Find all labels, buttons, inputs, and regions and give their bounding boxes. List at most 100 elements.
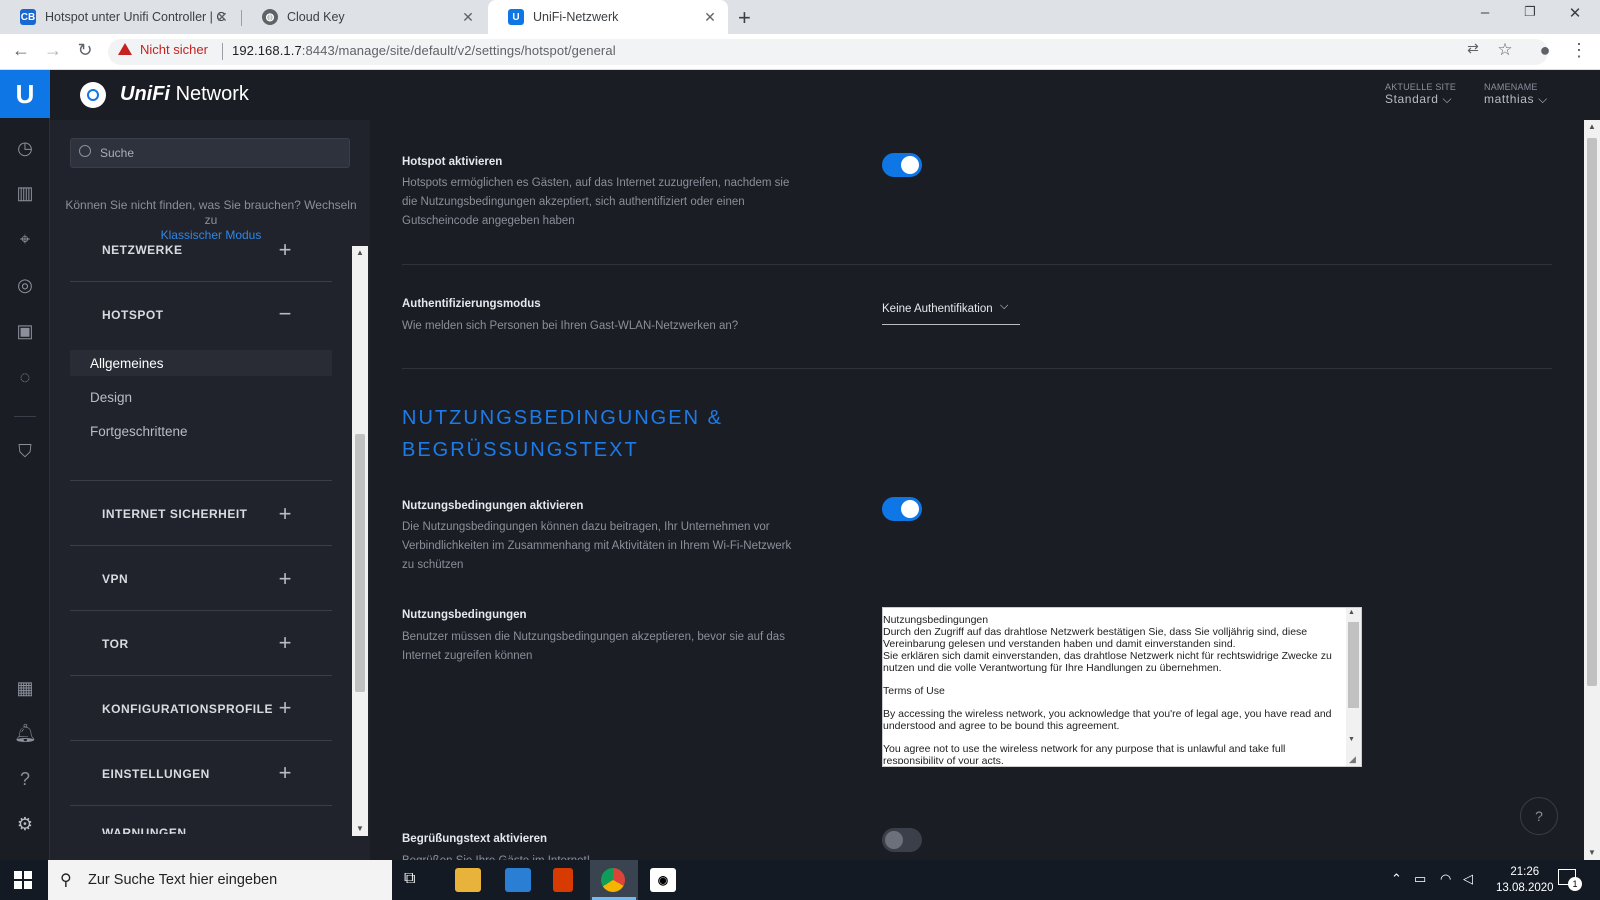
new-tab-icon[interactable]: + <box>738 5 751 31</box>
app-brand: UniFi Network <box>120 83 249 105</box>
expand-plus-icon[interactable]: + <box>276 762 294 784</box>
tab-unifi-netzwerk[interactable]: U UniFi-Netzwerk ✕ <box>488 0 728 34</box>
address-bar-row: ← → ↻ Nicht sicher 192.168.1.7:8443/mana… <box>0 34 1600 70</box>
expand-plus-icon[interactable]: + <box>276 568 294 590</box>
calendar-icon[interactable]: ▦ <box>14 677 36 699</box>
sidebar-divider <box>70 805 332 806</box>
chrome-icon[interactable] <box>601 868 625 892</box>
close-tab-icon[interactable]: ✕ <box>214 9 230 26</box>
collapse-minus-icon[interactable]: − <box>276 303 294 325</box>
sidebar-divider <box>70 480 332 481</box>
bell-icon[interactable]: 🔔︎ <box>14 722 37 744</box>
page-scroll-thumb[interactable] <box>1587 138 1597 686</box>
statistics-icon[interactable]: ▥ <box>14 182 36 204</box>
bookmark-star-icon[interactable]: ☆ <box>1494 40 1516 60</box>
settings-gear-icon[interactable]: ⚙ <box>14 813 36 835</box>
office-icon[interactable] <box>553 868 573 892</box>
battery-icon[interactable]: ▭ <box>1414 871 1426 887</box>
textarea-scroll-thumb[interactable] <box>1348 622 1359 708</box>
profile-icon[interactable]: ● <box>1534 40 1556 61</box>
auth-mode-title: Authentifizierungsmodus <box>402 298 541 310</box>
site-selector[interactable]: AKTUELLE SITE Standard ⌵ <box>1385 82 1456 107</box>
tab-hotspot-unifi[interactable]: CB Hotspot unter Unifi Controller | C ✕ <box>0 0 240 34</box>
close-window-icon[interactable]: ✕ <box>1565 4 1585 22</box>
hotspot-toggle[interactable] <box>882 153 922 177</box>
insights-icon[interactable]: ◌ <box>14 366 36 388</box>
sidebar-section-netzwerke[interactable]: NETZWERKE <box>102 243 183 257</box>
resize-handle-icon[interactable]: ◢ <box>1349 754 1356 765</box>
scroll-up-icon[interactable]: ▲ <box>1588 122 1596 131</box>
terms-toggle[interactable] <box>882 497 922 521</box>
reload-icon[interactable]: ↻ <box>74 40 96 61</box>
welcome-toggle[interactable] <box>882 828 922 852</box>
terms-enable-desc: Die Nutzungsbedingungen können dazu beit… <box>402 521 792 571</box>
menu-dots-icon[interactable]: ⋮ <box>1568 40 1590 61</box>
unifi-favicon-icon: U <box>508 9 524 25</box>
unifi-logo-icon[interactable]: U <box>0 70 50 118</box>
sidebar-item-fortgeschrittene[interactable]: Fortgeschrittene <box>90 424 188 439</box>
devices-icon[interactable]: ◎ <box>14 274 36 296</box>
auth-mode-select[interactable]: Keine Authentifikation <box>882 303 993 315</box>
sidebar-section-vpn[interactable]: VPN <box>102 572 128 586</box>
terms-section-heading: NUTZUNGSBEDINGUNGEN & BEGRÜSSUNGSTEXT <box>402 407 723 461</box>
mail-icon[interactable] <box>505 868 531 892</box>
tab-label: Hotspot unter Unifi Controller | C <box>45 10 226 24</box>
app-header <box>50 70 1600 120</box>
url-text[interactable]: 192.168.1.7:8443/manage/site/default/v2/… <box>232 43 616 58</box>
expand-plus-icon[interactable]: + <box>276 503 294 525</box>
network-icon[interactable]: ◠ <box>1440 871 1451 887</box>
scroll-down-icon[interactable]: ▼ <box>352 824 368 833</box>
scroll-down-icon[interactable]: ▼ <box>1588 848 1596 857</box>
sidebar-section-tor[interactable]: TOR <box>102 637 129 651</box>
classic-mode-link[interactable]: Klassischer Modus <box>161 228 262 242</box>
sidebar-section-internet-sicherheit[interactable]: INTERNET SICHERHEIT <box>102 507 248 521</box>
tab-cloud-key[interactable]: ◍ Cloud Key ✕ <box>242 0 486 34</box>
welcome-desc: Begrüßen Sie Ihre Gäste im Internet! <box>402 852 802 860</box>
search-icon: ⚲ <box>60 872 72 889</box>
translate-icon[interactable]: ⇄ <box>1462 40 1484 57</box>
back-icon[interactable]: ← <box>10 40 32 61</box>
restore-icon[interactable]: ❐ <box>1520 4 1540 20</box>
close-tab-icon[interactable]: ✕ <box>702 9 718 26</box>
windows-start-icon[interactable] <box>14 871 32 889</box>
clients-icon[interactable]: ▣ <box>14 320 36 342</box>
scroll-up-icon[interactable]: ▲ <box>352 248 368 257</box>
chevron-down-icon[interactable]: ⌵ <box>1000 300 1008 313</box>
sidebar-item-allgemeines[interactable]: Allgemeines <box>90 356 164 371</box>
map-icon[interactable]: ⌖ <box>14 228 36 250</box>
file-explorer-icon[interactable] <box>455 868 481 892</box>
expand-plus-icon[interactable]: + <box>276 239 294 261</box>
help-icon[interactable]: ? <box>14 768 36 790</box>
sidebar-scroll-thumb[interactable] <box>355 434 365 692</box>
search-icon <box>79 145 91 157</box>
dashboard-icon[interactable]: ◷ <box>14 137 36 159</box>
sidebar-item-design[interactable]: Design <box>90 390 132 405</box>
taskbar-clock[interactable]: 21:26 13.08.2020 <box>1496 864 1554 896</box>
tray-expand-icon[interactable]: ⌃ <box>1391 871 1402 887</box>
help-button[interactable]: ? <box>1520 797 1558 835</box>
sidebar-section-konfigurationsprofile[interactable]: KONFIGURATIONSPROFILE <box>102 702 273 716</box>
sidebar-divider <box>70 740 332 741</box>
sidebar-section-einstellungen[interactable]: EINSTELLUNGEN <box>102 767 210 781</box>
expand-plus-icon[interactable]: + <box>276 697 294 719</box>
volume-icon[interactable]: ◁ <box>1463 871 1473 887</box>
minimize-icon[interactable]: – <box>1475 4 1495 21</box>
globe-favicon-icon: ◍ <box>262 9 278 25</box>
expand-plus-icon[interactable]: + <box>276 632 294 654</box>
obs-icon[interactable]: ◉ <box>650 868 676 892</box>
task-view-icon[interactable]: ⧉ <box>404 870 415 888</box>
user-selector[interactable]: NAMENAME matthias ⌵ <box>1484 82 1548 107</box>
cb-favicon-icon: CB <box>20 9 36 25</box>
chevron-down-icon: ⌵ <box>1538 92 1548 106</box>
sidebar-section-hotspot[interactable]: HOTSPOT <box>102 308 164 322</box>
forward-icon[interactable]: → <box>42 40 64 61</box>
tab-label: Cloud Key <box>287 10 345 24</box>
threat-shield-icon[interactable]: ⛉ <box>14 440 36 462</box>
unifi-ring-icon <box>80 82 106 108</box>
close-tab-icon[interactable]: ✕ <box>460 9 476 26</box>
scroll-down-icon[interactable]: ▼ <box>1348 736 1355 743</box>
sidebar-section-warnungen[interactable]: WARNUNGEN <box>102 826 187 834</box>
scroll-up-icon[interactable]: ▲ <box>1348 609 1355 616</box>
sidebar-divider <box>70 675 332 676</box>
security-warning[interactable]: Nicht sicher <box>118 42 208 57</box>
